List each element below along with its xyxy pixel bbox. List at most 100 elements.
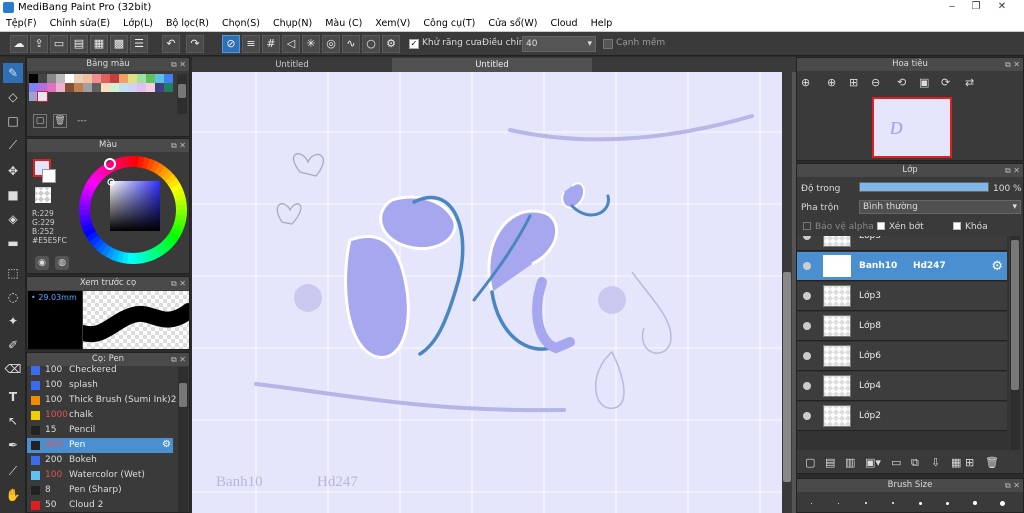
background-color[interactable] bbox=[42, 169, 56, 183]
layer-row[interactable]: Lớp3 bbox=[797, 236, 1007, 251]
eye-icon[interactable] bbox=[803, 352, 811, 360]
zoom-out-icon[interactable]: ⊖ bbox=[871, 76, 880, 89]
brush-list-item[interactable]: 100 Thick Brush (Sumi Ink)2 bbox=[27, 393, 176, 408]
palette-swatch[interactable] bbox=[38, 83, 47, 92]
eye-icon[interactable] bbox=[803, 382, 811, 390]
brush-list-item[interactable]: 100 Watercolor (Wet) bbox=[27, 468, 173, 483]
antialias-checkbox[interactable]: ✓ bbox=[409, 39, 419, 49]
brush-list-scrollbar[interactable] bbox=[178, 367, 188, 512]
palette-swatch[interactable] bbox=[119, 74, 128, 83]
palette-swatch[interactable] bbox=[29, 83, 38, 92]
new-8bit-layer-icon[interactable]: ▥ bbox=[845, 456, 855, 469]
brush-list-item[interactable]: 400 Pen ⚙ bbox=[27, 438, 173, 453]
fill-shape-icon[interactable]: ■ bbox=[3, 185, 23, 205]
layer-settings-icon[interactable]: ▦ bbox=[951, 456, 961, 469]
layer-row[interactable]: Lớp6 bbox=[797, 342, 1007, 371]
color-mode-icon[interactable]: ◉ bbox=[35, 256, 49, 270]
brush-size-dot[interactable] bbox=[892, 502, 894, 504]
palette-swatch[interactable] bbox=[56, 74, 65, 83]
brush-size-dot[interactable] bbox=[838, 502, 839, 504]
palette-swatch[interactable] bbox=[164, 83, 173, 92]
eyedropper-icon[interactable]: ⟋ bbox=[3, 461, 23, 481]
palette-swatch[interactable] bbox=[137, 83, 146, 92]
eye-icon[interactable] bbox=[803, 292, 811, 300]
palette-swatch[interactable] bbox=[164, 74, 173, 83]
text-tool-icon[interactable]: T bbox=[3, 387, 23, 407]
delete-layer-icon[interactable]: 🗑 bbox=[985, 456, 999, 469]
palette-swatch[interactable] bbox=[65, 83, 74, 92]
menu-edit[interactable]: Chỉnh sửa(E) bbox=[50, 18, 111, 29]
minimize-button[interactable]: ‒ bbox=[940, 1, 964, 13]
bucket-tool-icon[interactable]: ◈ bbox=[3, 209, 23, 229]
transparent-color[interactable] bbox=[35, 187, 51, 203]
brush-size-presets[interactable] bbox=[801, 495, 1021, 511]
menu-tools[interactable]: Công cụ(T) bbox=[423, 18, 475, 29]
palette-swatch[interactable] bbox=[155, 74, 164, 83]
select-rect-icon[interactable]: ⬚ bbox=[3, 263, 23, 283]
palette-swatch[interactable] bbox=[83, 83, 92, 92]
palette-swatch[interactable] bbox=[37, 91, 48, 102]
merge-layer-icon[interactable]: ⇩ bbox=[931, 456, 940, 469]
menu-help[interactable]: Help bbox=[591, 18, 613, 29]
canvas-scrollbar[interactable] bbox=[782, 72, 792, 513]
eye-icon[interactable] bbox=[803, 236, 811, 240]
circle-snap-icon[interactable]: ○ bbox=[362, 35, 380, 53]
close-button[interactable]: ✕ bbox=[990, 1, 1014, 13]
move-tool-icon[interactable]: ✥ bbox=[3, 161, 23, 181]
palette-swatch[interactable] bbox=[38, 74, 47, 83]
clipping-checkbox[interactable] bbox=[877, 222, 885, 230]
palette-swatch[interactable] bbox=[146, 83, 155, 92]
color-sliders-icon[interactable]: ◍ bbox=[55, 256, 69, 270]
palette-swatch[interactable] bbox=[65, 74, 74, 83]
menu-color[interactable]: Màu (C) bbox=[325, 18, 362, 29]
perspective-snap-icon[interactable]: ◁ bbox=[282, 35, 300, 53]
panel-options-icon[interactable]: ⧉ ✕ bbox=[171, 353, 186, 366]
eraser-tool-icon[interactable]: ◇ bbox=[3, 87, 23, 107]
grid-icon[interactable]: ▩ bbox=[110, 35, 128, 53]
new-palette-icon[interactable]: ▢ bbox=[33, 114, 47, 128]
eye-icon[interactable] bbox=[803, 262, 811, 270]
menu-view[interactable]: Xem(V) bbox=[375, 18, 410, 29]
adjust-select[interactable]: 40 ▾ bbox=[522, 36, 596, 52]
redo-icon[interactable]: ↷ bbox=[186, 35, 204, 53]
share-icon[interactable]: ⇪ bbox=[30, 35, 48, 53]
brush-tool-icon[interactable]: ✎ bbox=[3, 63, 23, 83]
brush-list-item[interactable]: 8 Pen (Sharp) bbox=[27, 483, 173, 498]
palette-swatch[interactable] bbox=[128, 74, 137, 83]
select-eraser-icon[interactable]: ⌫ bbox=[3, 359, 23, 379]
new-halftone-layer-icon[interactable]: ▤ bbox=[825, 456, 835, 469]
brush-list-item[interactable]: 15 Pencil bbox=[27, 423, 173, 438]
undo-icon[interactable]: ↶ bbox=[162, 35, 180, 53]
palette-swatch[interactable] bbox=[101, 74, 110, 83]
eye-icon[interactable] bbox=[803, 322, 811, 330]
dropper-tool-icon[interactable]: ✒ bbox=[3, 435, 23, 455]
rotate-left-icon[interactable]: ⟲ bbox=[897, 76, 906, 89]
brush-size-dot[interactable] bbox=[946, 501, 949, 505]
palette-scrollbar[interactable] bbox=[177, 74, 187, 114]
menu-select[interactable]: Chọn(S) bbox=[222, 18, 260, 29]
palette-swatch[interactable] bbox=[146, 74, 155, 83]
palette-swatch[interactable] bbox=[92, 83, 101, 92]
gear-icon[interactable]: ⚙ bbox=[162, 439, 171, 450]
cloud-icon[interactable]: ☁ bbox=[10, 35, 28, 53]
panel-options-icon[interactable]: ⧉ ✕ bbox=[1005, 479, 1020, 492]
layer-row[interactable]: Banh10 Hd247 ⚙ bbox=[797, 252, 1007, 281]
opacity-slider[interactable] bbox=[859, 182, 989, 192]
magic-wand-icon[interactable]: ✦ bbox=[3, 311, 23, 331]
eye-icon[interactable] bbox=[803, 412, 811, 420]
new-layer-icon[interactable]: ▢ bbox=[805, 456, 815, 469]
palette-swatch[interactable] bbox=[128, 83, 137, 92]
tab-untitled-1[interactable]: Untitled bbox=[192, 58, 392, 72]
lasso-tool-icon[interactable]: ◌ bbox=[3, 287, 23, 307]
panel-options-icon[interactable]: ⧉ ✕ bbox=[171, 58, 186, 71]
brush-list-item[interactable]: 1000 chalk bbox=[27, 408, 173, 423]
operation-tool-icon[interactable]: ↖ bbox=[3, 411, 23, 431]
palette-swatch[interactable] bbox=[137, 74, 146, 83]
menu-cloud[interactable]: Cloud bbox=[550, 18, 577, 29]
brush-size-dot[interactable] bbox=[865, 502, 867, 504]
zoom-in-icon[interactable]: ⊕ bbox=[801, 76, 810, 89]
select-pen-icon[interactable]: ✐ bbox=[3, 335, 23, 355]
palette-swatch[interactable] bbox=[101, 83, 110, 92]
palette-swatch[interactable] bbox=[29, 74, 38, 83]
actual-size-icon[interactable]: ▣ bbox=[919, 76, 929, 89]
